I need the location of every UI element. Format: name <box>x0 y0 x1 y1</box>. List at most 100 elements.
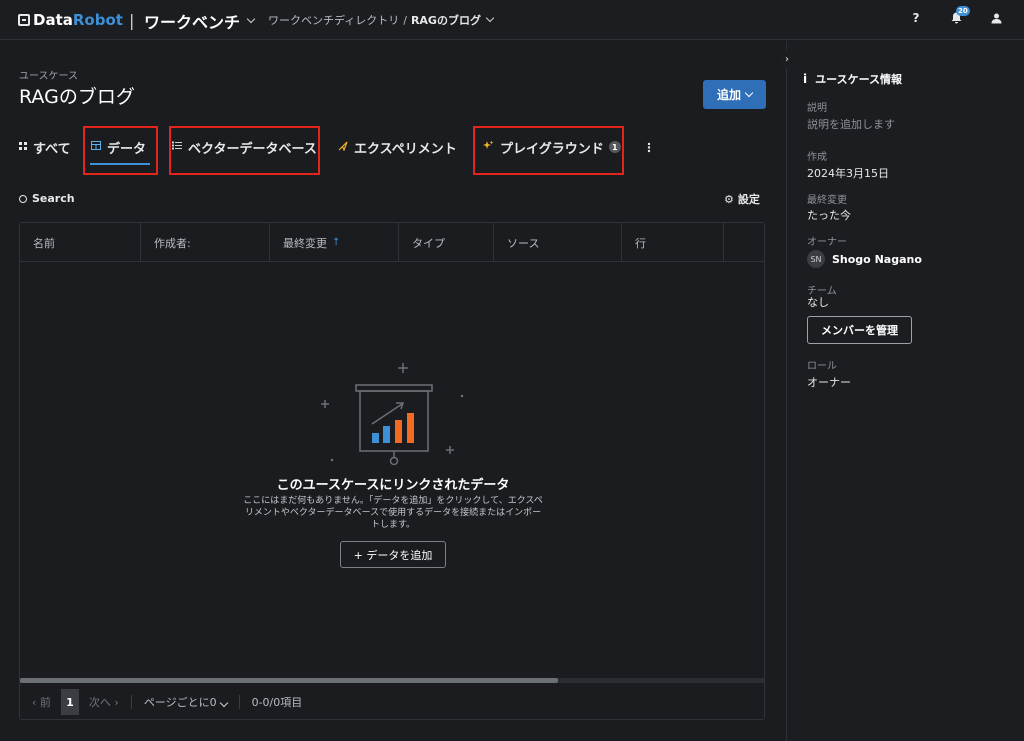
modified-value: たった今 <box>807 209 851 222</box>
current-page-number[interactable]: 1 <box>60 689 79 715</box>
item-range: 0-0/0項目 <box>251 696 303 709</box>
column-name-label: 名前 <box>33 236 55 250</box>
empty-desc-line: リメントやベクターデータベースで使用するデータを接続またはインポー <box>244 508 542 518</box>
column-header-type[interactable]: タイプ <box>399 223 494 262</box>
gear-icon: ⚙ <box>724 192 734 206</box>
column-header-name[interactable]: 名前 <box>20 223 141 262</box>
panel-title: ユースケース情報 <box>815 73 903 86</box>
column-type-label: タイプ <box>412 236 445 250</box>
pagination: ‹ 前 1 次へ › ページごとに0 0-0/0項目 <box>32 688 302 716</box>
add-button[interactable]: 追加 <box>703 80 766 109</box>
add-button-label: 追加 <box>716 88 741 102</box>
user-icon[interactable] <box>988 8 1004 28</box>
column-modified-label: 最終変更 <box>283 236 327 250</box>
column-rows-label: 行 <box>635 236 646 250</box>
panel-header: i ユースケース情報 <box>803 71 902 87</box>
search-label: Search <box>32 192 75 205</box>
grid-icon <box>19 141 27 153</box>
chevron-down-icon <box>219 698 228 708</box>
table-header: 名前 作成者: 最終変更 ↑ タイプ ソース 行 <box>20 223 764 262</box>
column-header-rows[interactable]: 行 <box>622 223 724 262</box>
page-size-label: ページごとに0 <box>143 696 217 709</box>
tab-experiment-label: エクスペリメント <box>354 141 457 157</box>
column-source-label: ソース <box>507 236 540 250</box>
logo-text-data: Data <box>33 11 73 29</box>
breadcrumb: ワークベンチディレクトリ / RAGのブログ <box>268 12 495 28</box>
notification-count-badge: 20 <box>956 6 970 16</box>
created-label: 作成 <box>807 152 827 163</box>
help-icon[interactable]: ? <box>908 8 924 28</box>
breadcrumb-separator: / <box>403 13 407 27</box>
info-icon: i <box>803 72 808 86</box>
datarobot-logo[interactable]: Data Robot | <box>18 10 142 30</box>
prev-page-label: 前 <box>39 696 51 709</box>
add-data-button-label: + データを追加 <box>353 548 433 562</box>
prev-page-button[interactable]: ‹ 前 <box>32 694 51 710</box>
scrollbar-thumb[interactable] <box>20 678 558 683</box>
column-creator-label: 作成者: <box>154 236 191 250</box>
highlight-box-data-tab <box>83 126 158 175</box>
page-size-select[interactable]: ページごとに0 <box>143 694 228 710</box>
breadcrumb-current[interactable]: RAGのブログ <box>411 12 481 28</box>
chevron-down-icon <box>246 14 256 24</box>
chevron-right-icon: › <box>785 53 789 65</box>
tab-all[interactable]: すべて <box>19 136 71 158</box>
column-header-last-modified[interactable]: 最終変更 ↑ <box>270 223 399 262</box>
column-header-source[interactable]: ソース <box>494 223 622 262</box>
sort-ascending-icon: ↑ <box>332 237 341 248</box>
usecase-label: ユースケース <box>19 71 78 82</box>
description-value[interactable]: 説明を追加します <box>807 116 895 132</box>
top-bar: Data Robot | ワークベンチ ワークベンチディレクトリ / RAGのブ… <box>0 0 1024 40</box>
role-value: オーナー <box>807 376 851 389</box>
empty-state-description: ここにはまだ何もありません。「データを追加」をクリックして、エクスペ リメントや… <box>229 495 557 531</box>
main-content: ユースケース RAGのブログ 追加 すべて データ ベクターデータベース エクス… <box>0 41 786 741</box>
owner-label: オーナー <box>807 237 847 248</box>
owner-name: Shogo Nagano <box>832 252 922 266</box>
workbench-label: ワークベンチ <box>144 13 241 32</box>
pager-divider <box>238 695 240 709</box>
empty-desc-line: トします。 <box>370 520 416 530</box>
highlight-box-vector-db-tab <box>169 126 320 175</box>
help-glyph: ? <box>912 11 920 25</box>
manage-members-label: メンバーを管理 <box>821 324 898 337</box>
avatar: SN <box>807 250 825 268</box>
experiment-icon <box>338 141 348 154</box>
search-button[interactable]: Search <box>19 192 75 205</box>
role-label: ロール <box>807 361 837 372</box>
person-icon <box>991 13 1001 23</box>
logo-separator: | <box>128 10 135 30</box>
kebab-menu-icon <box>647 142 651 153</box>
manage-members-button[interactable]: メンバーを管理 <box>807 316 912 344</box>
robot-icon <box>18 14 30 26</box>
empty-state-title: このユースケースにリンクされたデータ <box>276 478 510 493</box>
data-table: 名前 作成者: 最終変更↑ タイプ ソース 行 このユースケースにリンクされた <box>19 222 765 720</box>
column-header-creator[interactable]: 作成者: <box>141 223 270 262</box>
team-value: なし <box>807 296 829 309</box>
notifications-bell-icon[interactable]: 20 <box>948 6 970 28</box>
page-title: RAGのブログ <box>19 86 135 108</box>
more-tabs-button[interactable] <box>647 136 651 158</box>
settings-button[interactable]: ⚙ 設定 <box>724 191 760 207</box>
tab-experiment[interactable]: エクスペリメント <box>338 136 457 158</box>
next-page-button[interactable]: 次へ › <box>89 694 119 710</box>
tab-all-label: すべて <box>33 141 71 157</box>
modified-label: 最終変更 <box>807 195 847 206</box>
add-data-button[interactable]: + データを追加 <box>340 541 446 568</box>
top-icons: ? 20 <box>908 6 1004 28</box>
collapse-panel-button[interactable]: › <box>780 50 794 68</box>
horizontal-scrollbar[interactable] <box>20 678 764 683</box>
empty-desc-line: ここにはまだ何もありません。「データを追加」をクリックして、エクスペ <box>243 496 543 506</box>
settings-label: 設定 <box>737 193 760 206</box>
logo-text-robot: Robot <box>72 11 123 29</box>
next-page-label: 次へ <box>88 696 111 709</box>
breadcrumb-directory[interactable]: ワークベンチディレクトリ <box>268 12 399 28</box>
usecase-info-panel: › i ユースケース情報 説明 説明を追加します 作成 2024年3月15日 最… <box>780 41 1024 741</box>
chevron-down-icon[interactable] <box>485 13 495 23</box>
workbench-menu[interactable]: ワークベンチ <box>144 9 256 33</box>
highlight-box-playground-tab <box>473 126 624 175</box>
owner: SN Shogo Nagano <box>807 250 922 268</box>
empty-state-chart-icon <box>321 363 464 466</box>
pager-divider <box>130 695 132 709</box>
description-label: 説明 <box>807 103 827 114</box>
created-value: 2024年3月15日 <box>807 167 889 180</box>
